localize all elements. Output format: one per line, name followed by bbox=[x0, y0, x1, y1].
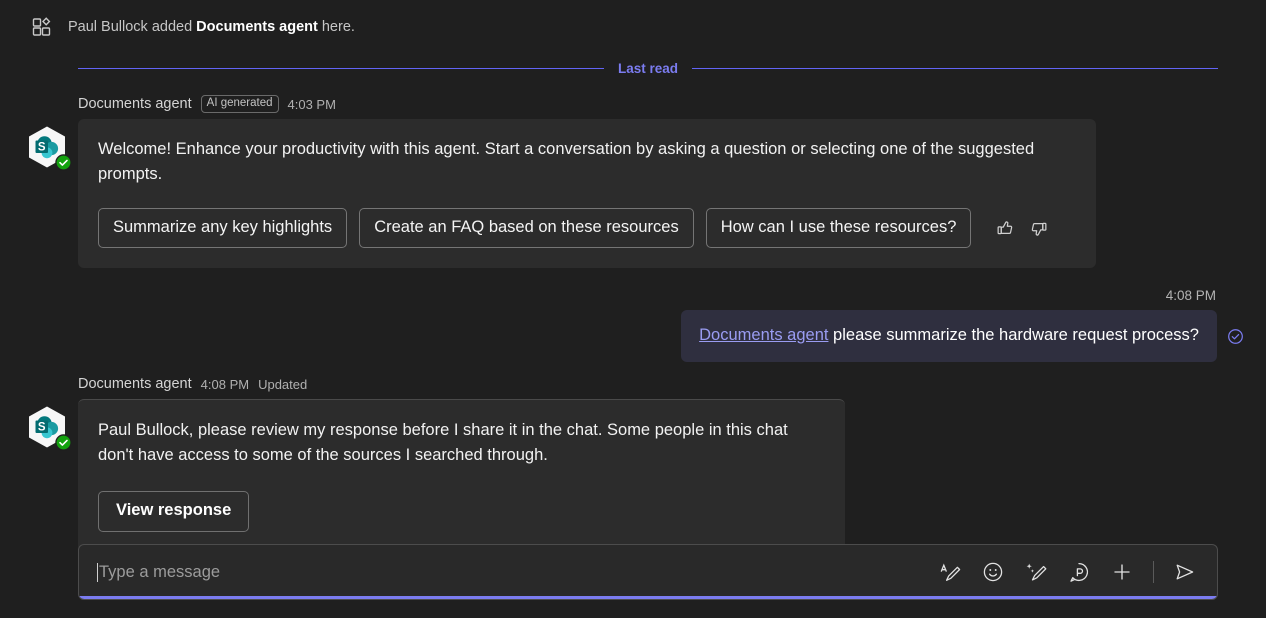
last-read-divider: Last read bbox=[78, 54, 1218, 82]
system-prefix: Paul Bullock added bbox=[68, 19, 197, 35]
message-read-icon bbox=[1228, 328, 1243, 344]
composer-action-bar bbox=[938, 560, 1217, 584]
chat-conversation-view: Paul Bullock added Documents agent here.… bbox=[0, 0, 1266, 618]
suggested-prompt-summarize[interactable]: Summarize any key highlights bbox=[98, 208, 348, 248]
message-body-text: Welcome! Enhance your productivity with … bbox=[98, 140, 1035, 183]
text-caret bbox=[97, 562, 98, 582]
avatar: S bbox=[24, 404, 72, 451]
verified-check-badge-icon bbox=[55, 434, 72, 451]
message-timestamp: 4:03 PM bbox=[287, 96, 336, 112]
message-row-agent-review: S Paul Bullock, please review my respons… bbox=[0, 395, 1266, 552]
thumbs-up-icon[interactable] bbox=[995, 218, 1016, 239]
message-timestamp: 4:08 PM bbox=[200, 376, 250, 392]
outgoing-message-text: please summarize the hardware request pr… bbox=[828, 326, 1199, 344]
message-header-agent-review: Documents agent 4:08 PM Updated bbox=[0, 373, 1266, 395]
copilot-rewrite-icon[interactable] bbox=[1024, 560, 1048, 584]
suggested-prompt-how-to-use[interactable]: How can I use these resources? bbox=[705, 208, 972, 248]
suggested-prompts-row: Summarize any key highlights Create an F… bbox=[98, 208, 1074, 248]
system-message-row: Paul Bullock added Documents agent here. bbox=[0, 0, 1266, 44]
outgoing-message-bubble: Documents agent please summarize the har… bbox=[681, 310, 1217, 362]
system-suffix: here. bbox=[317, 19, 355, 35]
system-bold-name: Documents agent bbox=[196, 19, 318, 35]
emoji-icon[interactable] bbox=[981, 560, 1005, 584]
verified-check-badge-icon bbox=[55, 154, 72, 171]
message-bubble-agent-review: Paul Bullock, please review my response … bbox=[78, 399, 845, 552]
message-body-text: Paul Bullock, please review my response … bbox=[98, 421, 788, 464]
outgoing-message-block: 4:08 PM Documents agent please summarize… bbox=[0, 288, 1266, 362]
svg-text:S: S bbox=[38, 141, 46, 153]
message-updated-status: Updated bbox=[258, 376, 308, 392]
format-text-icon[interactable] bbox=[938, 560, 962, 584]
outgoing-message-row: Documents agent please summarize the har… bbox=[0, 310, 1244, 362]
message-bubble-agent-welcome: Welcome! Enhance your productivity with … bbox=[78, 119, 1096, 268]
loop-component-icon[interactable] bbox=[1067, 560, 1091, 584]
message-input-placeholder[interactable]: Type a message bbox=[99, 563, 938, 582]
message-row-agent-welcome: S Welcome! Enhance your productivity wit… bbox=[0, 115, 1266, 268]
last-read-label: Last read bbox=[617, 60, 679, 76]
feedback-icons bbox=[995, 218, 1049, 239]
composer-divider bbox=[1153, 561, 1154, 583]
avatar: S bbox=[24, 124, 72, 171]
composer-box[interactable]: Type a message bbox=[78, 544, 1218, 600]
message-composer: Type a message bbox=[78, 544, 1218, 600]
ai-generated-badge: AI generated bbox=[200, 95, 279, 113]
system-message-text: Paul Bullock added Documents agent here. bbox=[68, 17, 355, 37]
message-header-agent-welcome: Documents agent AI generated 4:03 PM bbox=[0, 93, 1266, 115]
suggested-prompt-faq[interactable]: Create an FAQ based on these resources bbox=[359, 208, 694, 248]
mention-link-documents-agent[interactable]: Documents agent bbox=[699, 326, 828, 344]
add-attachment-icon[interactable] bbox=[1110, 560, 1134, 584]
thumbs-down-icon[interactable] bbox=[1028, 218, 1049, 239]
send-icon[interactable] bbox=[1173, 560, 1197, 584]
divider-line-left bbox=[78, 67, 604, 69]
svg-text:S: S bbox=[38, 421, 46, 433]
message-sender-name: Documents agent bbox=[78, 96, 192, 112]
view-response-button[interactable]: View response bbox=[98, 491, 250, 532]
add-app-grid-icon bbox=[30, 15, 54, 39]
outgoing-timestamp: 4:08 PM bbox=[1165, 288, 1216, 303]
divider-line-right bbox=[692, 67, 1218, 69]
message-sender-name: Documents agent bbox=[78, 376, 192, 392]
